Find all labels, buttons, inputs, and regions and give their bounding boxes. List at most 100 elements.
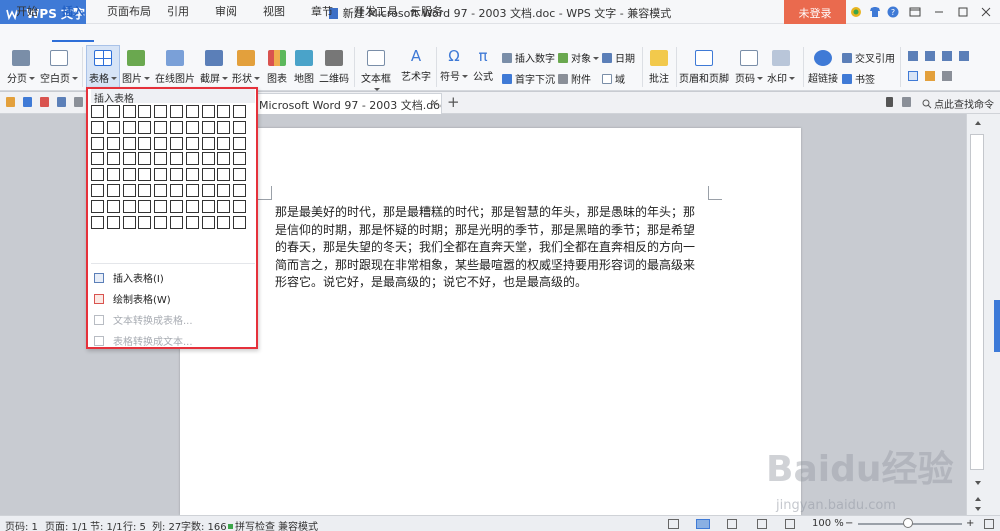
table-grid-cell[interactable] (122, 199, 136, 213)
table-grid-cell[interactable] (201, 105, 215, 118)
table-grid-cell[interactable] (185, 105, 199, 118)
table-grid-cell[interactable] (154, 105, 168, 118)
hyperlink-button[interactable]: 超链接 (806, 50, 840, 85)
status-pages[interactable]: 页面: 1/1 (45, 518, 88, 531)
select-icon[interactable] (908, 71, 918, 81)
table-grid-cell[interactable] (154, 120, 168, 134)
close-icon[interactable] (978, 4, 994, 20)
table-grid-cell[interactable] (233, 168, 247, 182)
export-pdf-icon[interactable] (40, 97, 49, 107)
dropcap-button[interactable]: 首字下沉 (502, 71, 555, 86)
table-grid-cell[interactable] (170, 215, 183, 229)
table-grid-cell[interactable] (170, 168, 183, 182)
zoom-out-icon[interactable]: − (845, 518, 853, 529)
table-grid-cell[interactable] (138, 168, 152, 182)
picture-button[interactable]: 图片 (120, 50, 152, 85)
table-grid-cell[interactable] (122, 105, 136, 118)
tab-insert[interactable]: 插入 (62, 3, 84, 19)
table-grid-cell[interactable] (233, 199, 247, 213)
zoom-in-icon[interactable]: + (966, 518, 974, 529)
minimize-icon[interactable] (931, 4, 947, 20)
tab-cloud[interactable]: 云服务 (410, 3, 443, 19)
table-grid-cell[interactable] (106, 105, 120, 118)
group-icon[interactable] (942, 71, 952, 81)
map-button[interactable]: 地图 (291, 50, 317, 85)
table-grid-cell[interactable] (185, 152, 199, 166)
layout-icon[interactable] (959, 51, 969, 61)
layout-icon[interactable] (925, 51, 935, 61)
table-grid-cell[interactable] (185, 215, 199, 229)
table-grid-cell[interactable] (91, 120, 104, 134)
tab-home[interactable]: 开始 (16, 3, 38, 19)
table-grid-cell[interactable] (233, 215, 247, 229)
scroll-up-icon[interactable] (973, 118, 983, 128)
wordart-button[interactable]: A 艺术字 (399, 48, 433, 83)
table-grid-cell[interactable] (122, 215, 136, 229)
tab-section[interactable]: 章节 (311, 3, 333, 19)
table-grid-cell[interactable] (185, 136, 199, 150)
table-grid-cell[interactable] (154, 152, 168, 166)
table-grid-cell[interactable] (122, 184, 136, 197)
layout-icon[interactable] (942, 51, 952, 61)
tab-page-layout[interactable]: 页面布局 (107, 3, 151, 19)
page-view-icon[interactable] (696, 519, 710, 529)
text-to-table-menu-item[interactable]: 文本转换成表格... (94, 312, 193, 327)
table-grid-cell[interactable] (233, 152, 247, 166)
find-command-field[interactable]: 点此查找命令 (922, 96, 994, 111)
side-panel-handle[interactable] (994, 300, 1000, 352)
cross-ref-button[interactable]: 交叉引用 (842, 50, 895, 65)
blank-page-button[interactable]: 空白页 (38, 50, 80, 85)
scrollbar-thumb[interactable] (970, 134, 984, 470)
table-grid-cell[interactable] (106, 184, 120, 197)
table-grid-cell[interactable] (217, 136, 231, 150)
table-grid-cell[interactable] (106, 120, 120, 134)
insert-table-menu-item[interactable]: 插入表格(I) (94, 270, 164, 285)
pin-icon[interactable] (886, 97, 893, 107)
document-body[interactable]: 那是最美好的时代，那是最糟糕的时代；那是智慧的年头，那是愚昧的年头；那 是信仰的… (275, 204, 707, 292)
print-icon[interactable] (57, 97, 66, 107)
table-grid-cell[interactable] (138, 136, 152, 150)
table-grid-cell[interactable] (201, 168, 215, 182)
table-grid-cell[interactable] (154, 215, 168, 229)
table-grid-cell[interactable] (217, 184, 231, 197)
table-grid-cell[interactable] (138, 184, 152, 197)
online-picture-button[interactable]: 在线图片 (154, 50, 196, 85)
page-number-button[interactable]: 页码 (734, 50, 764, 85)
qrcode-button[interactable]: 二维码 (318, 50, 350, 85)
table-grid-cell[interactable] (185, 168, 199, 182)
table-grid-cell[interactable] (201, 199, 215, 213)
chart-button[interactable]: 图表 (264, 50, 290, 85)
table-grid-cell[interactable] (91, 152, 104, 166)
bookmark-button[interactable]: 书签 (842, 71, 875, 86)
table-grid-cell[interactable] (122, 120, 136, 134)
table-grid-cell[interactable] (138, 120, 152, 134)
fullscreen-icon[interactable] (668, 519, 679, 529)
table-grid-cell[interactable] (122, 152, 136, 166)
table-grid-cell[interactable] (217, 120, 231, 134)
textbox-button[interactable]: 文本框 (358, 50, 394, 96)
table-grid-cell[interactable] (106, 215, 120, 229)
table-grid-cell[interactable] (138, 152, 152, 166)
table-grid-cell[interactable] (217, 199, 231, 213)
new-tab-icon[interactable]: + (447, 93, 460, 111)
table-grid-cell[interactable] (91, 136, 104, 150)
tab-review[interactable]: 审阅 (215, 3, 237, 19)
zoom-slider-knob[interactable] (903, 518, 913, 528)
spell-check-toggle[interactable]: 拼写检查 (228, 518, 275, 531)
formula-button[interactable]: π 公式 (470, 48, 496, 83)
table-grid-cell[interactable] (185, 120, 199, 134)
skin-icon[interactable] (849, 5, 863, 19)
date-button[interactable]: 日期 (602, 50, 635, 65)
table-grid-cell[interactable] (91, 184, 104, 197)
table-button[interactable]: 表格 (87, 50, 119, 85)
web-view-icon[interactable] (757, 519, 767, 529)
table-grid-cell[interactable] (91, 105, 104, 118)
table-grid-cell[interactable] (122, 168, 136, 182)
table-grid-cell[interactable] (185, 199, 199, 213)
table-grid-cell[interactable] (106, 152, 120, 166)
read-view-icon[interactable] (785, 519, 795, 529)
table-grid-cell[interactable] (233, 105, 247, 118)
open-icon[interactable] (6, 97, 15, 107)
table-grid-cell[interactable] (138, 105, 152, 118)
table-grid-cell[interactable] (217, 215, 231, 229)
